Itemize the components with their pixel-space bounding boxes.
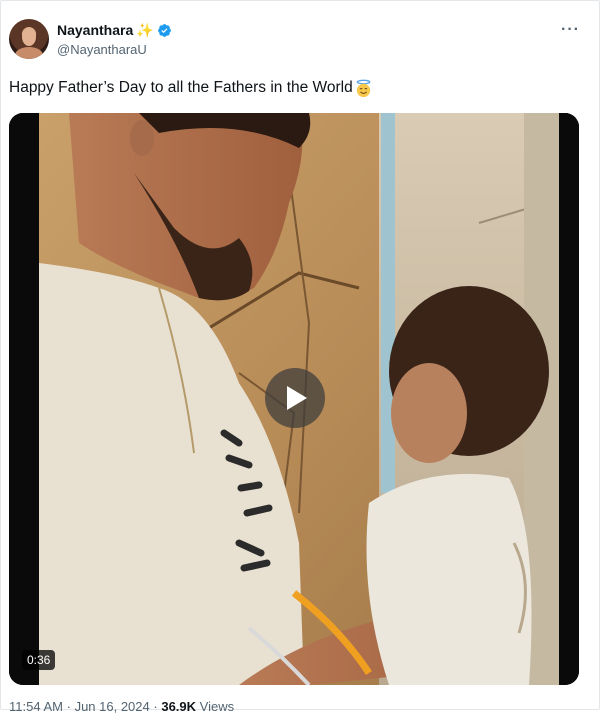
avatar[interactable] [9,19,49,59]
tweet-text: Happy Father’s Day to all the Fathers in… [9,78,373,98]
more-options-icon[interactable]: ··· [561,22,580,38]
video-player[interactable]: 0:36 [9,113,579,685]
sparkle-icon: ✨ [136,22,154,38]
smiling-face-with-halo-icon [356,79,371,98]
views-count: 36.9K [161,699,197,714]
avatar-shoulders [15,47,43,59]
views-label: Views [199,699,235,714]
author-name-row: Nayanthara ✨ [57,22,172,38]
author-handle[interactable]: @NayantharaU [57,42,147,57]
meta-separator-2: · [153,699,158,714]
video-duration: 0:36 [22,650,56,670]
tweet-date[interactable]: Jun 16, 2024 [75,699,150,714]
meta-separator: · [66,699,71,714]
tweet-text-body: Happy Father’s Day to all the Fathers in… [9,78,353,96]
tweet-time[interactable]: 11:54 AM [9,699,63,714]
author-display-name[interactable]: Nayanthara [57,22,133,38]
play-button[interactable] [265,368,325,428]
tweet-meta: 11:54 AM · Jun 16, 2024 · 36.9K Views [9,699,234,714]
play-icon [287,386,307,410]
verified-badge-icon [157,23,171,37]
avatar-face [22,28,36,46]
